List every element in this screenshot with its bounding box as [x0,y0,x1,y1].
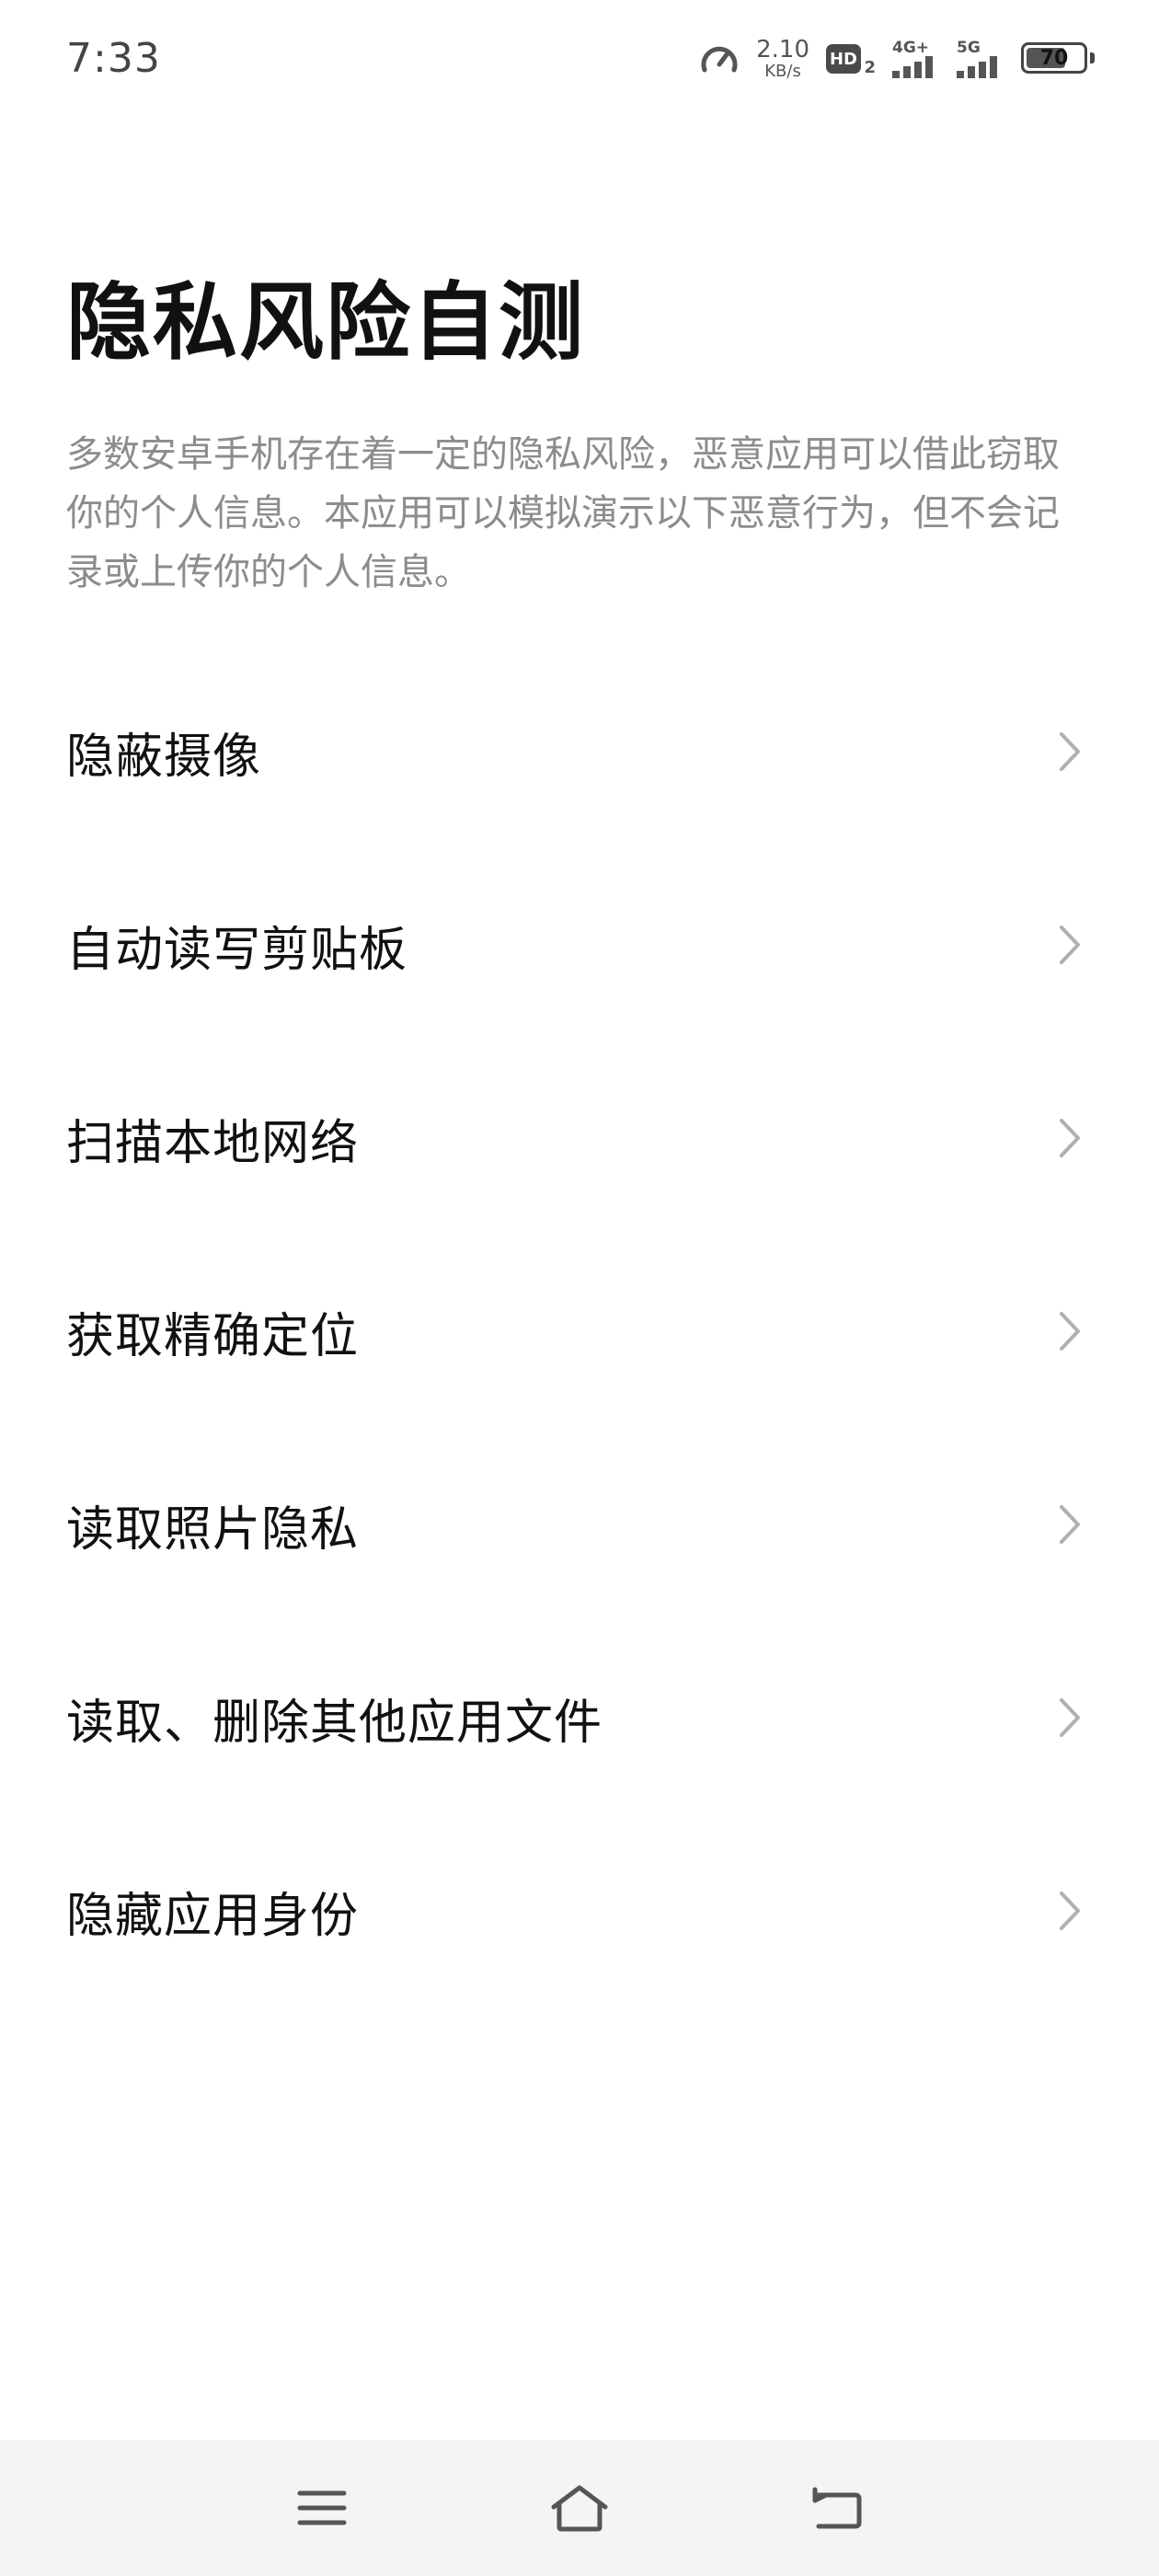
menu-item-photo-privacy[interactable]: 读取照片隐私 [0,1428,1159,1621]
signal-strength-4g-icon: 4G+ [892,40,940,78]
recent-apps-button[interactable] [285,2475,359,2541]
hd-voice-icon: HD 2 [826,42,876,77]
menu-item-label: 读取、删除其他应用文件 [66,1695,603,1751]
network-speed-value: 2.10 [756,36,809,63]
page-title: 隐私风险自测 [66,273,586,372]
navigation-bar [0,2440,1159,2576]
menu-item-app-files[interactable]: 读取、删除其他应用文件 [0,1621,1159,1814]
signal-bars-icon [892,55,933,78]
menu-item-label: 获取精确定位 [66,1308,360,1364]
network-speed: 2.10 KB/s [756,38,809,80]
chevron-right-icon [1060,926,1080,964]
home-icon [551,2485,608,2532]
chevron-right-icon [1060,1892,1080,1930]
menu-item-hide-app-identity[interactable]: 隐藏应用身份 [0,1814,1159,2007]
menu-item-precise-location[interactable]: 获取精确定位 [0,1235,1159,1428]
hd-label: HD [826,44,861,74]
chevron-right-icon [1060,1505,1080,1544]
page-description: 多数安卓手机存在着一定的隐私风险，恶意应用可以借此窃取你的个人信息。本应用可以模… [66,433,1060,593]
menu-item-label: 自动读写剪贴板 [66,922,408,978]
network-speed-unit: KB/s [764,62,801,81]
chevron-right-icon [1060,1312,1080,1351]
menu-item-label: 扫描本地网络 [66,1115,360,1171]
signal-bars-icon [957,55,997,78]
signal-4g-tag: 4G+ [892,38,930,57]
home-button[interactable] [543,2475,616,2541]
chevron-right-icon [1060,732,1080,771]
signal-strength-5g-icon: 5G [957,40,1004,78]
hd-sub-label: 2 [864,58,876,77]
signal-5g-tag: 5G [957,38,981,57]
menu-item-hidden-camera[interactable]: 隐蔽摄像 [0,655,1159,848]
battery-icon: 70 [1021,42,1095,75]
menu-item-label: 隐藏应用身份 [66,1888,360,1944]
back-icon [812,2487,862,2529]
back-button[interactable] [800,2475,874,2541]
menu-item-clipboard[interactable]: 自动读写剪贴板 [0,848,1159,1041]
status-bar: 7:33 2.10 KB/s HD 2 4G+ 5G 70 [0,0,1159,120]
menu-item-label: 隐蔽摄像 [66,729,262,785]
status-icons: 2.10 KB/s HD 2 4G+ 5G 70 [699,33,1095,85]
menu-item-network-scan[interactable]: 扫描本地网络 [0,1041,1159,1235]
menu-icon [297,2490,347,2525]
menu-item-label: 读取照片隐私 [66,1501,360,1558]
status-time: 7:33 [66,35,161,82]
chevron-right-icon [1060,1119,1080,1157]
chevron-right-icon [1060,1698,1080,1737]
battery-level: 70 [1039,46,1069,70]
speedometer-icon [701,46,738,73]
risk-test-menu: 隐蔽摄像 自动读写剪贴板 扫描本地网络 获取精确定位 读取照片隐私 读取、删除其… [0,655,1159,2007]
